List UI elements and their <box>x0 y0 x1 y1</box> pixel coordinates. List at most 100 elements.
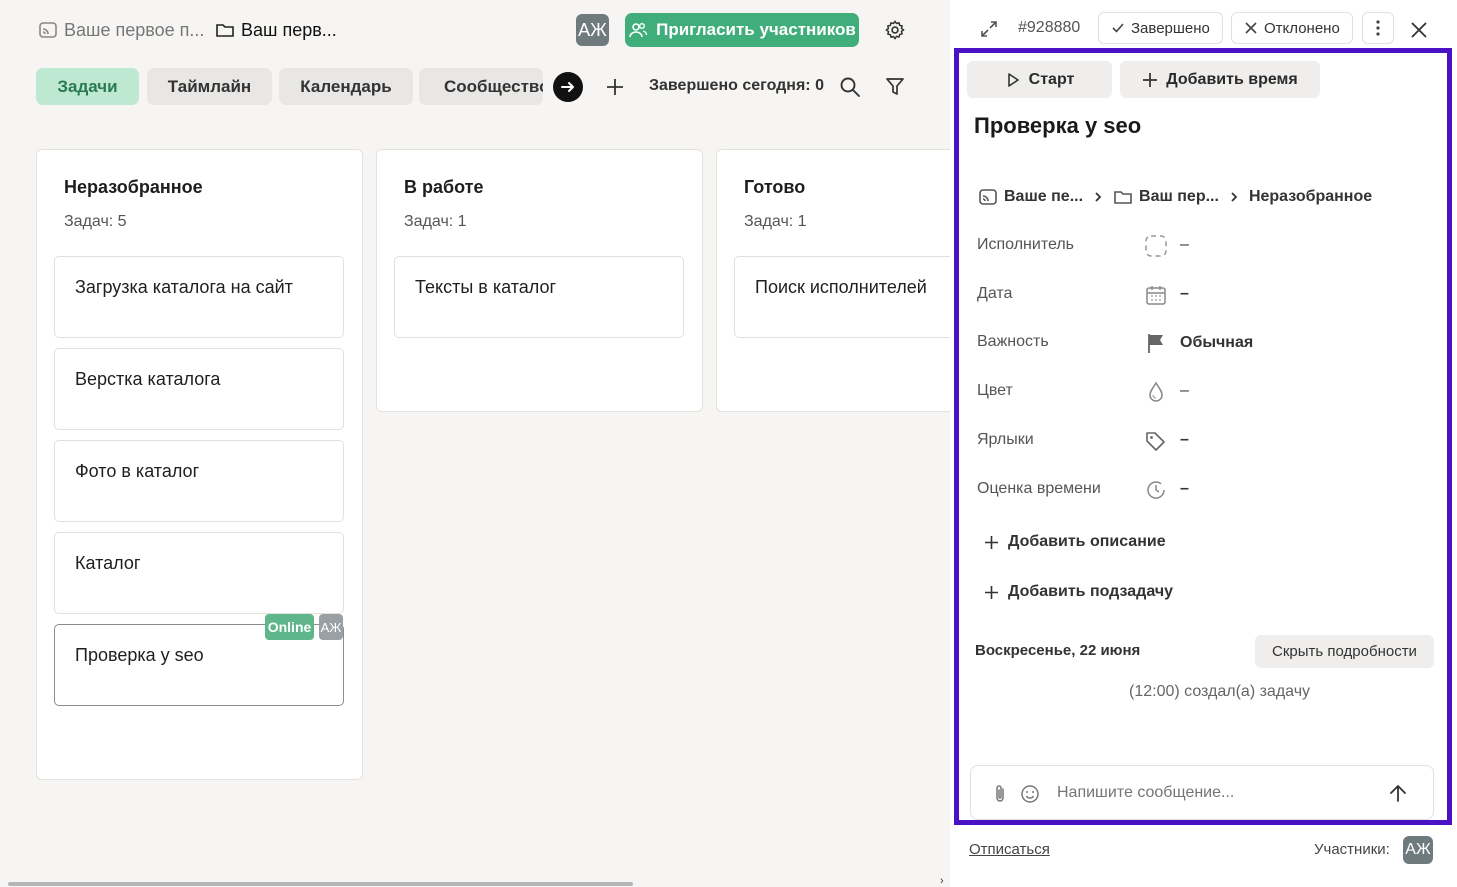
close-icon <box>1410 21 1428 39</box>
gear-icon <box>884 19 906 41</box>
horizontal-scrollbar[interactable]: › <box>0 875 950 887</box>
folder-icon <box>215 20 235 40</box>
column-in-progress: В работе Задач: 1 Тексты в каталог <box>376 149 703 412</box>
tab-timeline[interactable]: Таймлайн <box>147 68 272 105</box>
clock-icon[interactable] <box>1144 478 1168 502</box>
users-icon <box>628 20 648 40</box>
invite-button-label: Пригласить участников <box>656 20 856 39</box>
online-badge: Online <box>265 614 314 640</box>
expand-icon <box>980 20 998 38</box>
breadcrumb-project-label: Ваш перв... <box>241 19 337 40</box>
add-tab-button[interactable] <box>603 75 627 99</box>
invite-button[interactable]: Пригласить участников <box>625 13 859 47</box>
reject-label: Отклонено <box>1264 19 1340 37</box>
activity-date: Воскресенье, 22 июня <box>975 642 1141 659</box>
mark-done-label: Завершено <box>1131 19 1210 37</box>
filter-button[interactable] <box>883 75 907 99</box>
folder-icon <box>1113 187 1133 207</box>
prop-value-estimate[interactable]: – <box>1180 480 1189 498</box>
tab-community[interactable]: Сообщество <box>419 68 543 105</box>
reject-button[interactable]: Отклонено <box>1231 12 1353 44</box>
add-time-label: Добавить время <box>1166 70 1298 88</box>
prop-label-assignee: Исполнитель <box>977 236 1075 253</box>
scrollbar-thumb[interactable] <box>8 882 633 886</box>
prop-value-assignee[interactable]: – <box>1180 236 1189 254</box>
settings-button[interactable] <box>882 17 908 43</box>
tag-icon[interactable] <box>1144 429 1168 453</box>
add-subtask-button[interactable]: Добавить подзадачу <box>984 583 1173 601</box>
check-icon <box>1111 21 1125 35</box>
chevron-right-icon <box>1229 191 1239 203</box>
search-icon <box>839 76 861 98</box>
task-card[interactable]: Тексты в каталог <box>394 256 684 338</box>
activity-entry: (12:00) создал(а) задачу <box>1129 683 1311 700</box>
scroll-tabs-button[interactable] <box>553 72 583 102</box>
color-drop-icon[interactable] <box>1144 380 1168 404</box>
message-input[interactable] <box>1057 780 1377 806</box>
card-avatar: АЖ <box>319 614 343 640</box>
avatar[interactable]: АЖ <box>576 14 609 46</box>
send-arrow-icon[interactable] <box>1388 783 1408 803</box>
task-card-title: Поиск исполнителей <box>755 277 927 297</box>
task-card[interactable]: Каталог <box>54 532 344 614</box>
prop-value-date[interactable]: – <box>1180 285 1189 303</box>
plus-icon <box>605 77 625 97</box>
close-panel-button[interactable] <box>1407 18 1431 42</box>
column-count: Задач: 5 <box>64 213 127 230</box>
start-button[interactable]: Старт <box>967 61 1112 98</box>
breadcrumb-space[interactable]: Ваше первое п... <box>38 17 204 43</box>
task-card-title: Фото в каталог <box>75 461 200 481</box>
add-time-button[interactable]: Добавить время <box>1120 61 1320 98</box>
paperclip-icon[interactable] <box>991 784 1009 804</box>
expand-button[interactable] <box>978 18 1000 40</box>
play-icon <box>1005 72 1021 88</box>
task-card[interactable]: Верстка каталога <box>54 348 344 430</box>
start-label: Старт <box>1028 70 1075 88</box>
column-title: В работе <box>404 177 484 197</box>
unsubscribe-link[interactable]: Отписаться <box>969 841 1050 858</box>
more-button[interactable] <box>1362 12 1394 44</box>
task-card[interactable]: Фото в каталог <box>54 440 344 522</box>
prop-label-estimate: Оценка времени <box>977 480 1101 497</box>
add-description-button[interactable]: Добавить описание <box>984 533 1166 551</box>
search-button[interactable] <box>838 75 862 99</box>
task-id[interactable]: #928880 <box>1018 19 1080 37</box>
flag-icon[interactable] <box>1144 331 1168 355</box>
add-description-label: Добавить описание <box>1008 533 1166 550</box>
column-count: Задач: 1 <box>404 213 467 230</box>
space-icon <box>38 20 58 40</box>
prop-label-date: Дата <box>977 285 1013 302</box>
task-card-title: Верстка каталога <box>75 369 221 389</box>
breadcrumb-project[interactable]: Ваш перв... <box>215 17 337 43</box>
breadcrumb-space-label: Ваше первое п... <box>64 19 205 40</box>
column-title: Неразобранное <box>64 177 203 197</box>
hide-details-button[interactable]: Скрыть подробности <box>1255 635 1434 668</box>
plus-icon <box>984 585 999 600</box>
close-icon <box>1244 21 1258 35</box>
task-card[interactable]: Загрузка каталога на сайт <box>54 256 344 338</box>
assignee-icon[interactable] <box>1144 234 1168 258</box>
space-icon <box>978 187 998 207</box>
path-space[interactable]: Ваше пе... <box>1004 188 1083 206</box>
task-card-title: Каталог <box>75 553 141 573</box>
prop-value-priority[interactable]: Обычная <box>1180 334 1253 352</box>
emoji-icon[interactable] <box>1020 784 1040 804</box>
task-card-title: Загрузка каталога на сайт <box>75 277 293 297</box>
participant-avatar[interactable]: АЖ <box>1403 836 1433 864</box>
plus-icon <box>1142 72 1158 88</box>
chevron-right-icon: › <box>940 875 944 887</box>
prop-label-tags: Ярлыки <box>977 431 1034 448</box>
path-project[interactable]: Ваш пер... <box>1139 188 1219 206</box>
task-card-title: Тексты в каталог <box>415 277 557 297</box>
task-title[interactable]: Проверка у seo <box>974 113 1141 139</box>
prop-value-tags[interactable]: – <box>1180 431 1189 449</box>
prop-value-color[interactable]: – <box>1180 382 1189 400</box>
mark-done-button[interactable]: Завершено <box>1098 12 1223 44</box>
path-column[interactable]: Неразобранное <box>1249 188 1372 206</box>
prop-label-priority: Важность <box>977 333 1049 350</box>
tab-calendar[interactable]: Календарь <box>279 68 413 105</box>
chevron-right-icon <box>1093 191 1103 203</box>
calendar-icon[interactable] <box>1144 283 1168 307</box>
tab-tasks[interactable]: Задачи <box>36 68 139 105</box>
participants-label: Участники: <box>1314 841 1390 858</box>
